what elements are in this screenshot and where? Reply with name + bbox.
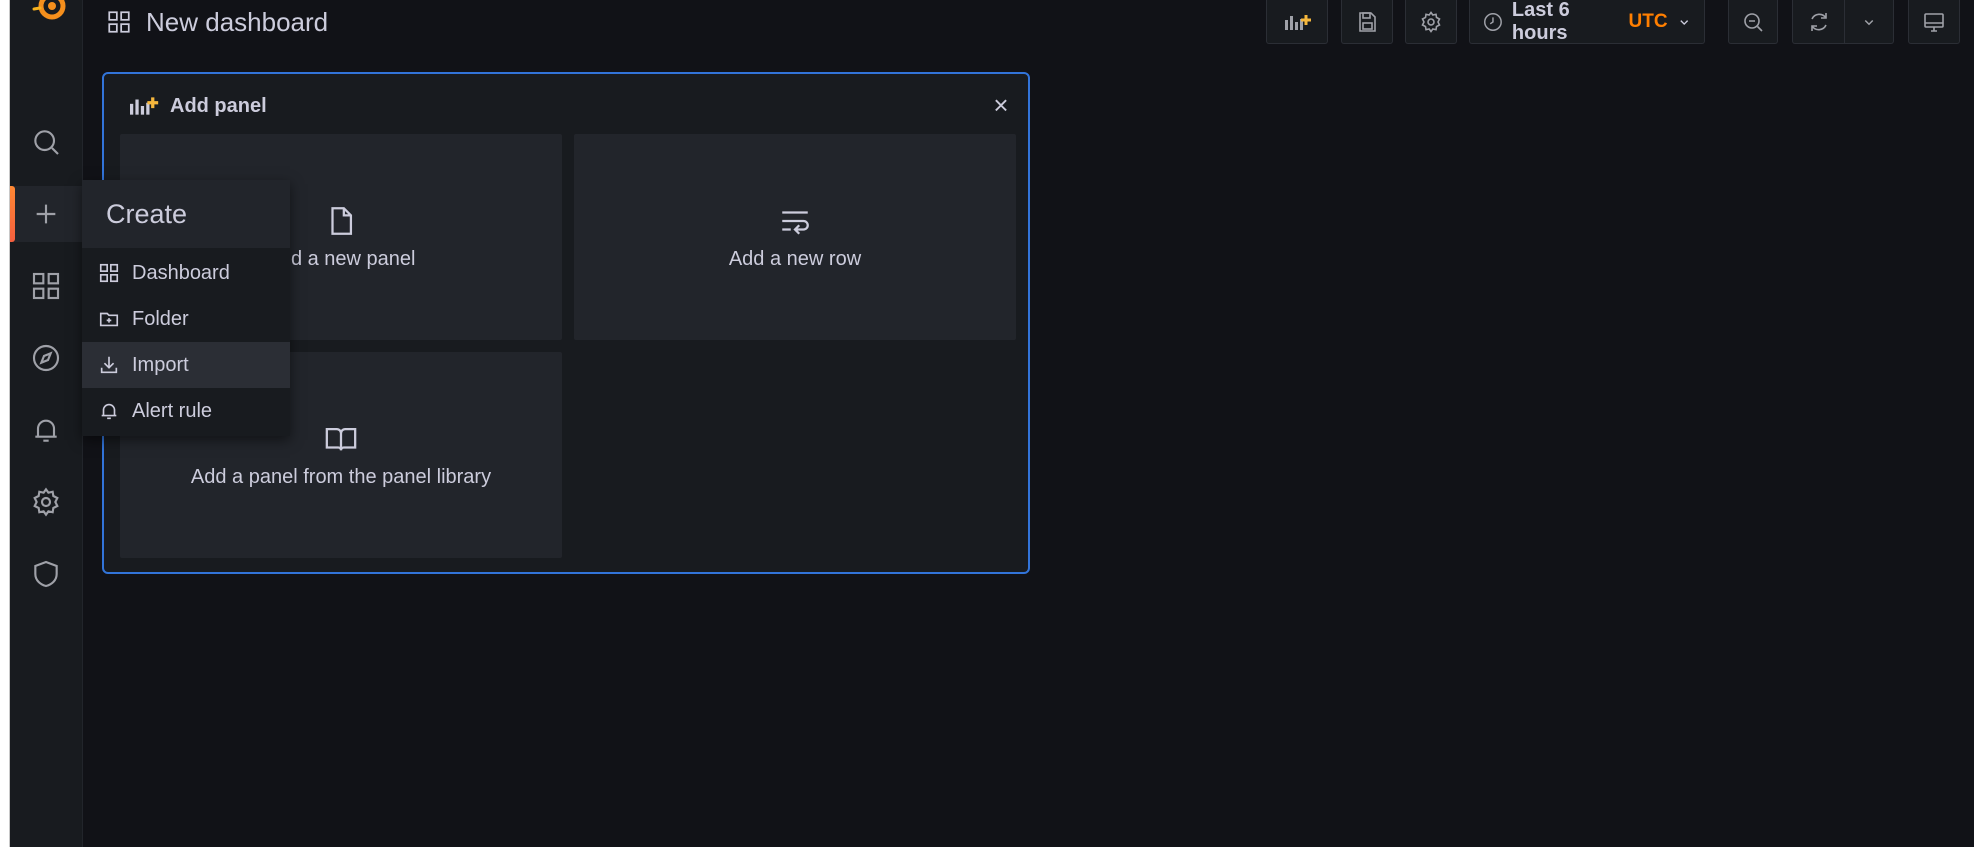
monitor-icon <box>1924 12 1944 32</box>
refresh-button-group <box>1792 0 1894 44</box>
book-open-icon <box>325 427 357 451</box>
add-panel-icon <box>130 97 159 115</box>
menu-item-label: Dashboard <box>132 261 230 284</box>
plus-icon[interactable] <box>10 186 82 242</box>
add-panel-button[interactable] <box>1266 0 1328 44</box>
compass-icon[interactable] <box>10 330 82 386</box>
menu-item-import[interactable]: Import <box>82 342 290 388</box>
refresh-button[interactable] <box>1793 0 1846 44</box>
window-left-edge <box>0 0 10 847</box>
zoom-out-icon <box>1744 12 1763 32</box>
page-title[interactable]: New dashboard <box>106 4 328 40</box>
grafana-logo-icon[interactable] <box>32 0 72 32</box>
create-menu-header[interactable]: Create <box>82 180 290 248</box>
zoom-out-button[interactable] <box>1728 0 1778 44</box>
chevron-down-icon <box>1679 19 1688 25</box>
menu-item-label: Folder <box>132 307 189 330</box>
refresh-interval-dropdown[interactable] <box>1845 0 1893 44</box>
import-icon <box>100 356 118 374</box>
save-dashboard-button[interactable] <box>1341 0 1393 44</box>
add-panel-from-library-label: Add a panel from the panel library <box>190 465 492 488</box>
gear-icon[interactable] <box>10 474 82 530</box>
add-panel-header: Add panel <box>124 92 267 120</box>
dashboard-settings-button[interactable] <box>1405 0 1457 44</box>
time-range-picker[interactable]: Last 6 hours UTC <box>1469 0 1705 44</box>
menu-item-label: Alert rule <box>132 399 213 422</box>
bell-icon[interactable] <box>10 402 82 458</box>
apps-icon <box>108 11 130 33</box>
shield-icon[interactable] <box>10 546 82 602</box>
search-icon[interactable] <box>10 114 82 170</box>
add-new-row-label: Add a new row <box>728 247 862 270</box>
tv-mode-button[interactable] <box>1908 0 1960 44</box>
create-menu: Create Dashboard Folder Import Alert rul… <box>82 180 290 436</box>
chevron-down-icon <box>1864 19 1874 25</box>
close-icon[interactable]: × <box>986 90 1016 120</box>
dashboard-title[interactable]: New dashboard <box>146 7 328 38</box>
file-blank-icon <box>331 206 353 235</box>
gear-icon <box>1421 10 1441 33</box>
menu-item-folder[interactable]: Folder <box>82 296 290 342</box>
refresh-icon <box>1810 12 1827 31</box>
clock-icon <box>1484 12 1502 31</box>
add-new-row-button[interactable]: Add a new row <box>574 134 1016 340</box>
wrap-text-icon <box>782 210 809 235</box>
bell-icon <box>101 403 117 420</box>
apps-icon <box>99 263 119 283</box>
side-menu <box>10 0 83 847</box>
menu-item-label: Import <box>132 353 189 376</box>
add-panel-title: Add panel <box>170 94 267 117</box>
time-range-label: Last 6 hours <box>1511 0 1570 44</box>
apps-icon[interactable] <box>10 258 82 314</box>
timezone-label: UTC <box>1628 10 1668 32</box>
add-panel-icon <box>1285 14 1311 30</box>
save-icon <box>1359 11 1376 32</box>
menu-item-dashboard[interactable]: Dashboard <box>82 250 290 296</box>
folder-plus-icon <box>99 312 119 327</box>
menu-item-alert-rule[interactable]: Alert rule <box>82 388 290 434</box>
